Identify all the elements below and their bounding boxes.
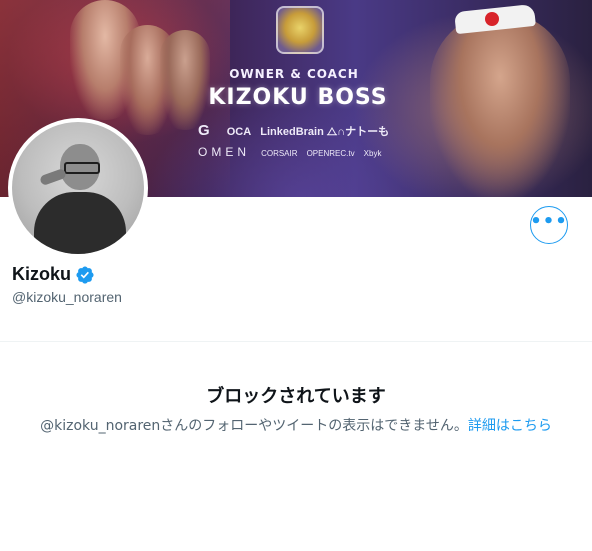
avatar-torso: [34, 192, 126, 254]
avatar-glasses: [64, 162, 100, 174]
sponsor-tiny-logo: Xbyk: [363, 149, 382, 158]
blocked-title: ブロックされています: [206, 386, 386, 407]
banner-headband-dot: [485, 12, 499, 26]
sponsor-corsair-logo: CORSAIR: [261, 149, 298, 158]
team-logo: [276, 6, 324, 54]
learn-more-link[interactable]: 詳細はこちら: [468, 418, 552, 434]
avatar-arm: [39, 167, 67, 187]
banner-sponsor-row: G OCA LinkedBrain ⧍∩ナトーも: [198, 122, 408, 139]
more-dots-icon: •••: [530, 211, 568, 232]
avatar[interactable]: [8, 118, 148, 258]
more-options-button[interactable]: •••: [530, 206, 568, 244]
sponsor-openrec-logo: OPENREC.tv: [306, 149, 355, 158]
verified-badge-icon: [76, 265, 94, 284]
banner-person: [430, 12, 570, 197]
sponsor-omen-logo: OMEN: [198, 145, 250, 159]
blocked-message: @kizoku_norarenさんのフォローやツイートの表示はできません。詳細は…: [0, 415, 592, 435]
blocked-message-text: @kizoku_norarenさんのフォローやツイートの表示はできません。: [40, 418, 468, 434]
profile-handle: @kizoku_noraren: [12, 289, 122, 305]
sponsor-g-logo: G: [198, 122, 210, 139]
banner-owner-title: OWNER & COACH: [229, 67, 359, 81]
sponsor-misc-logo: ⧍∩ナトーも: [326, 126, 390, 138]
banner-boss-name: KIZOKU BOSS: [208, 85, 388, 110]
sponsor-oca-logo: OCA: [226, 126, 252, 138]
banner-sponsor-row: OMEN CORSAIR OPENREC.tv Xbyk: [198, 145, 408, 159]
profile-name-row: Kizoku: [12, 264, 95, 285]
display-name: Kizoku: [12, 264, 72, 284]
section-divider: [0, 341, 592, 342]
sponsor-linkedbrain-logo: LinkedBrain: [260, 126, 324, 138]
avatar-photo: [12, 122, 144, 254]
